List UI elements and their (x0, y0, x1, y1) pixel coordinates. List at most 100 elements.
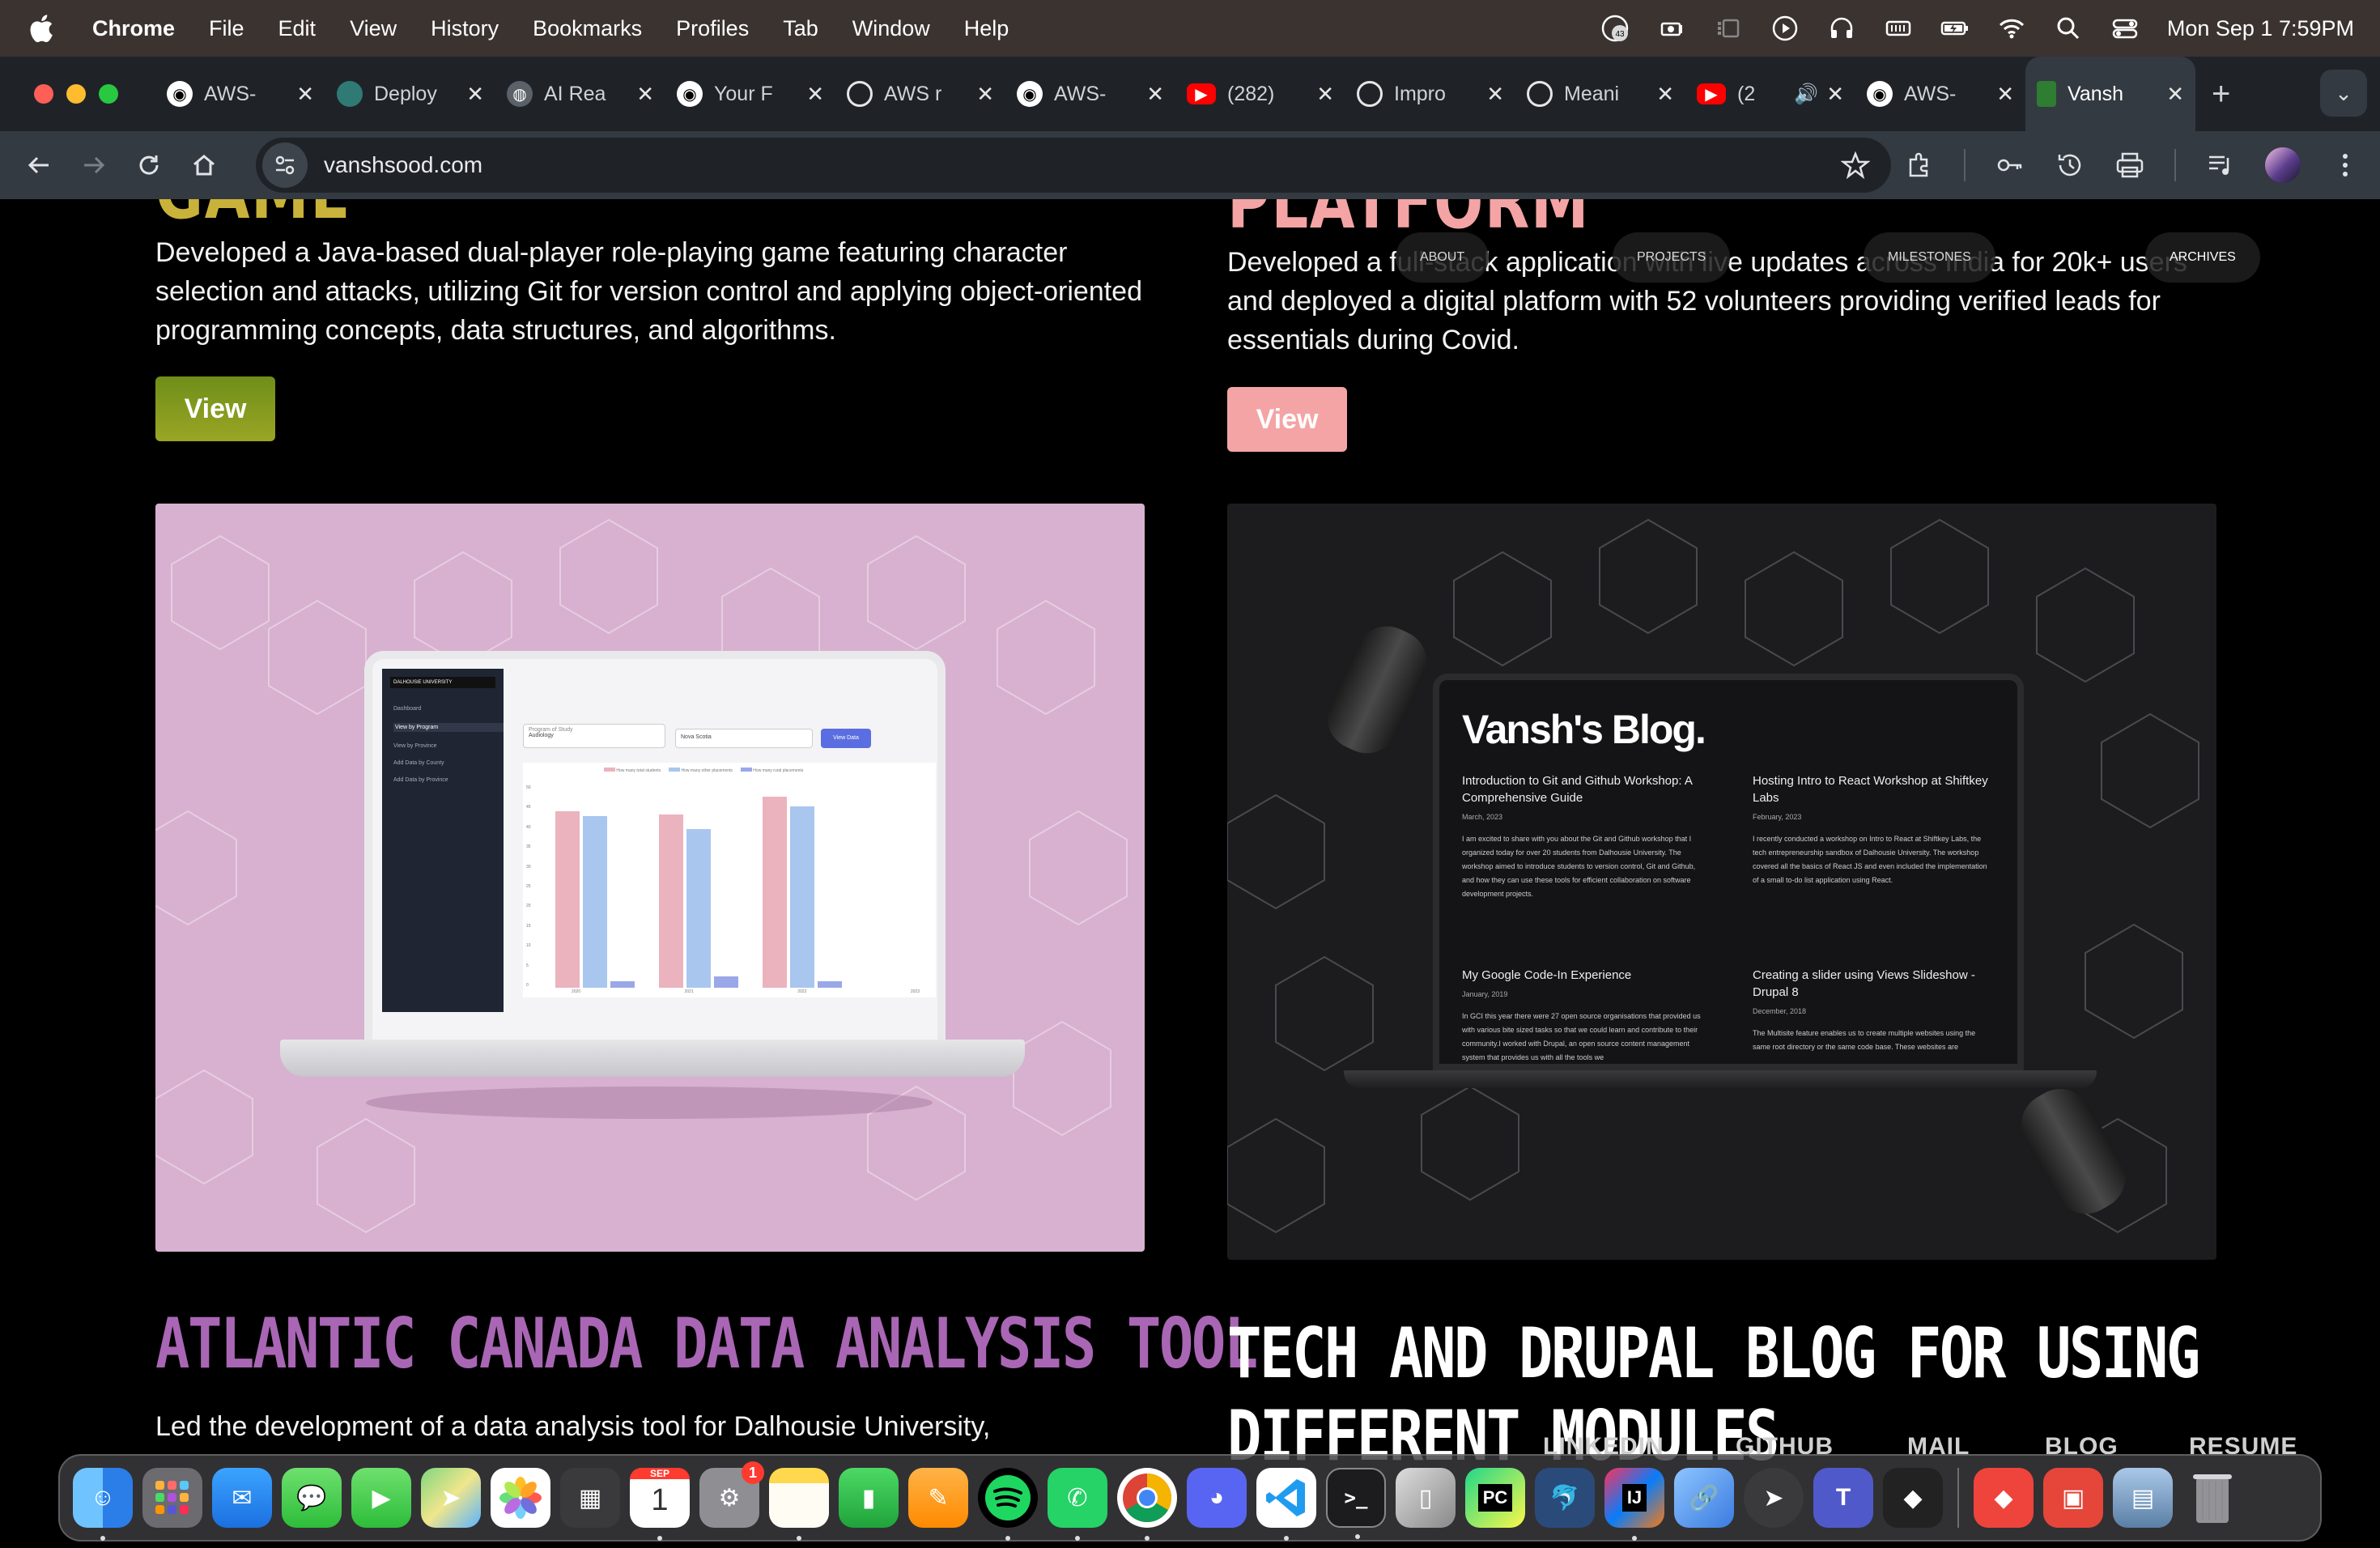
tab[interactable]: Meani ✕ (1515, 57, 1685, 131)
password-key-icon[interactable] (1995, 150, 2025, 181)
numbers-icon[interactable]: ▮ (839, 1468, 899, 1528)
apple-icon[interactable] (28, 14, 55, 43)
close-tab-icon[interactable]: ✕ (1486, 82, 1504, 107)
spotlight-search-icon[interactable] (2054, 14, 2083, 43)
teams-icon[interactable]: T (1813, 1468, 1873, 1528)
menu-chrome[interactable]: Chrome (92, 16, 175, 41)
gpu-icon[interactable] (1657, 14, 1686, 43)
discord-icon[interactable]: ◕ (1187, 1468, 1247, 1528)
nav-about[interactable]: ABOUT (1396, 232, 1490, 283)
close-tab-icon[interactable]: ✕ (1656, 82, 1674, 107)
messages-icon[interactable]: 💬 (282, 1468, 342, 1528)
back-button[interactable] (23, 149, 55, 181)
notes-icon[interactable] (769, 1468, 829, 1541)
finder-icon[interactable]: ☺ (73, 1468, 133, 1541)
menu-window[interactable]: Window (852, 16, 930, 41)
close-window-button[interactable] (34, 84, 53, 104)
tab[interactable]: ◉ AWS- ✕ (155, 57, 325, 131)
home-button[interactable] (188, 149, 220, 181)
spotify-icon[interactable] (978, 1468, 1038, 1541)
tab-search-button[interactable]: ⌄ (2320, 70, 2367, 117)
nav-projects[interactable]: PROJECTS (1613, 232, 1731, 283)
facetime-icon[interactable]: ▶ (351, 1468, 411, 1528)
unity-icon[interactable]: ◆ (1883, 1468, 1943, 1528)
close-tab-icon[interactable]: ✕ (1146, 82, 1164, 107)
battery-icon[interactable] (1940, 14, 1970, 43)
iphone-mirroring-icon[interactable]: ▯ (1396, 1468, 1456, 1528)
anydesk-icon[interactable]: ◆ (1974, 1468, 2034, 1528)
close-tab-icon[interactable]: ✕ (636, 82, 654, 107)
tab[interactable]: ◍ AI Rea ✕ (495, 57, 665, 131)
close-tab-icon[interactable]: ✕ (296, 82, 314, 107)
wifi-icon[interactable] (1997, 14, 2026, 43)
stage-manager-icon[interactable] (1714, 14, 1743, 43)
close-tab-icon[interactable]: ✕ (466, 82, 484, 107)
print-icon[interactable] (2114, 150, 2145, 181)
forward-button[interactable] (78, 149, 110, 181)
whatsapp-icon[interactable]: ✆ (1048, 1468, 1107, 1541)
memory-icon[interactable] (1884, 14, 1913, 43)
menu-history[interactable]: History (431, 16, 499, 41)
url-text[interactable]: vanshsood.com (324, 152, 482, 178)
calendar-icon[interactable]: SEP 1 (630, 1468, 690, 1541)
close-tab-icon[interactable]: ✕ (1996, 82, 2014, 107)
address-bar[interactable]: vanshsood.com (256, 138, 1891, 193)
maps-icon[interactable]: ➤ (421, 1468, 481, 1528)
trash-icon[interactable] (2182, 1468, 2242, 1528)
launchpad-icon[interactable] (142, 1468, 202, 1528)
calculator-icon[interactable]: ▦ (560, 1468, 620, 1528)
minimize-window-button[interactable] (66, 84, 86, 104)
menu-file[interactable]: File (209, 16, 244, 41)
intellij-icon[interactable]: IJ (1604, 1468, 1664, 1541)
pages-icon[interactable]: ✎ (908, 1468, 968, 1528)
reload-button[interactable] (133, 149, 165, 181)
mail-icon[interactable]: ✉ (212, 1468, 272, 1528)
image-capture-icon[interactable]: ▤ (2113, 1468, 2173, 1528)
preview-icon[interactable]: ▣ (2043, 1468, 2103, 1528)
link-app-icon[interactable]: 🔗 (1674, 1468, 1734, 1528)
close-tab-icon[interactable]: ✕ (2166, 82, 2184, 107)
mysql-workbench-icon[interactable]: 🐬 (1535, 1468, 1595, 1528)
close-tab-icon[interactable]: ✕ (1316, 82, 1334, 107)
system-settings-icon[interactable]: ⚙ 1 (699, 1461, 764, 1528)
close-tab-icon[interactable]: ✕ (806, 82, 824, 107)
close-tab-icon[interactable]: ✕ (976, 82, 994, 107)
tab[interactable]: ◉ AWS- ✕ (1005, 57, 1175, 131)
media-queue-icon[interactable] (2205, 150, 2236, 181)
profile-avatar[interactable] (2265, 147, 2301, 183)
tab[interactable]: ◉ AWS- ✕ (1855, 57, 2025, 131)
close-tab-icon[interactable]: ✕ (1826, 82, 1844, 107)
menu-tab[interactable]: Tab (783, 16, 818, 41)
tab[interactable]: ▶ (282) ✕ (1175, 57, 1345, 131)
now-playing-icon[interactable] (1770, 14, 1800, 43)
tab[interactable]: Deploy ✕ (325, 57, 495, 131)
photos-icon[interactable] (491, 1468, 550, 1528)
vscode-icon[interactable] (1256, 1468, 1316, 1541)
tab[interactable]: ▶ (2 🔊 ✕ (1685, 57, 1855, 131)
headphones-icon[interactable] (1827, 14, 1856, 43)
telegram-icon[interactable]: ➤ (1744, 1468, 1804, 1528)
app-status-icon[interactable]: 43 (1600, 14, 1630, 43)
history-icon[interactable] (2055, 150, 2085, 181)
menu-profiles[interactable]: Profiles (676, 16, 749, 41)
project-image-blog[interactable]: Vansh's Blog. Introduction to Git and Gi… (1227, 504, 2216, 1260)
menu-help[interactable]: Help (964, 16, 1009, 41)
nav-archives[interactable]: ARCHIVES (2145, 232, 2260, 283)
chrome-icon[interactable] (1117, 1468, 1177, 1541)
speaker-icon[interactable]: 🔊 (1794, 83, 1818, 106)
bookmark-star-icon[interactable] (1841, 151, 1870, 180)
view-project-button[interactable]: View (155, 376, 275, 441)
tab-active[interactable]: Vansh ✕ (2025, 57, 2195, 131)
extensions-icon[interactable] (1904, 150, 1935, 181)
tab[interactable]: AWS r ✕ (835, 57, 1005, 131)
pycharm-icon[interactable]: PC (1465, 1468, 1525, 1528)
menu-bookmarks[interactable]: Bookmarks (533, 16, 642, 41)
terminal-icon[interactable]: >_ (1326, 1468, 1386, 1539)
menu-clock[interactable]: Mon Sep 1 7:59PM (2167, 16, 2354, 41)
menu-view[interactable]: View (350, 16, 397, 41)
more-menu-icon[interactable] (2330, 150, 2361, 181)
project-image-data-tool[interactable]: DALHOUSIE UNIVERSITY Dashboard View by P… (155, 504, 1145, 1252)
view-project-button[interactable]: View (1227, 387, 1347, 452)
tab[interactable]: ◉ Your F ✕ (665, 57, 835, 131)
new-tab-button[interactable]: + (2212, 76, 2230, 113)
